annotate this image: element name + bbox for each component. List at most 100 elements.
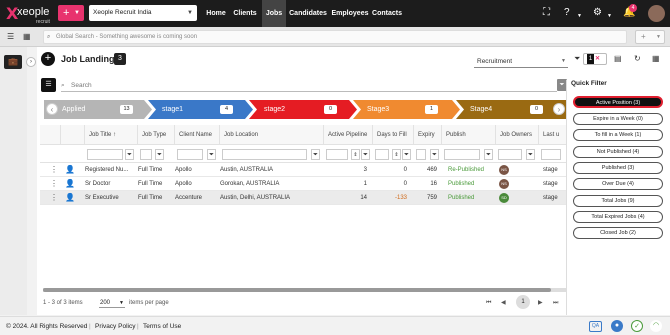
stage-applied[interactable]: Applied 13: [52, 100, 144, 119]
list-view-icon[interactable]: ☰: [7, 32, 14, 41]
cell-client[interactable]: Apollo: [175, 177, 219, 191]
funnel-icon[interactable]: ⏷: [207, 149, 216, 160]
next-page-icon[interactable]: ▶: [538, 297, 543, 309]
apps-grid-icon[interactable]: ▦: [652, 54, 660, 63]
chevron-down-icon[interactable]: ▼: [607, 10, 612, 22]
page-size-select[interactable]: 200 ▼: [99, 297, 125, 308]
stage-stage2[interactable]: stage2 0: [254, 100, 350, 119]
cell-client[interactable]: Apollo: [175, 163, 219, 177]
header-publish[interactable]: Publish: [442, 125, 496, 145]
add-job-button[interactable]: +: [41, 52, 55, 66]
fullscreen-icon[interactable]: ⛶: [543, 7, 550, 19]
horizontal-scrollbar[interactable]: [43, 288, 567, 292]
cell-job-title[interactable]: Sr Doctor: [85, 177, 137, 191]
nav-home[interactable]: Home: [203, 0, 229, 27]
briefcase-icon[interactable]: 💼: [4, 55, 22, 69]
header-days-to-fill[interactable]: Days to Fill: [373, 125, 414, 145]
prev-page-icon[interactable]: ◀: [501, 297, 506, 309]
last-page-icon[interactable]: ⏭: [553, 297, 558, 309]
owner-avatar[interactable]: SD: [499, 193, 509, 203]
current-page-button[interactable]: 1: [516, 295, 530, 309]
header-expiry[interactable]: Expiry: [414, 125, 442, 145]
global-search-input[interactable]: ⌕ Global Search - Something awesome is c…: [43, 30, 627, 44]
last-filter[interactable]: [541, 149, 561, 160]
header-client-name[interactable]: Client Name: [175, 125, 220, 145]
grid-search-input[interactable]: ⌕ Search: [61, 80, 557, 92]
owner-avatar[interactable]: NS: [499, 179, 509, 189]
stage-stage4[interactable]: Stage4 0: [460, 100, 567, 119]
owners-filter[interactable]: [498, 149, 522, 160]
nav-clients[interactable]: Clients: [230, 0, 260, 27]
privacy-policy-link[interactable]: Privacy Policy: [95, 317, 135, 335]
funnel-icon[interactable]: ⏷: [361, 149, 370, 160]
nav-jobs[interactable]: Jobs: [262, 0, 286, 27]
job-type-filter[interactable]: [140, 149, 152, 160]
quick-filter-closed-job[interactable]: Closed Job (2): [573, 227, 663, 239]
expiry-filter[interactable]: [416, 149, 426, 160]
funnel-icon[interactable]: ⏷: [430, 149, 439, 160]
qa-badge[interactable]: QA: [589, 321, 602, 332]
cell-job-title[interactable]: Registered Nu...: [85, 163, 137, 177]
funnel-icon[interactable]: ⏷: [484, 149, 493, 160]
stage-stage3[interactable]: Stage3 1: [357, 100, 453, 119]
days-filter[interactable]: [375, 149, 389, 160]
refresh-icon[interactable]: ↻: [634, 54, 641, 63]
quick-filter-expire-week[interactable]: Expire in a Week (0): [573, 113, 663, 125]
header-job-title[interactable]: Job Title ↑: [85, 125, 138, 145]
quick-add-button[interactable]: + ▼: [58, 5, 84, 21]
nav-candidates[interactable]: Candidates: [288, 0, 328, 27]
help-icon[interactable]: ?: [564, 7, 570, 19]
expand-rail-icon[interactable]: ›: [26, 57, 36, 67]
stage-next-button[interactable]: ›: [553, 103, 565, 115]
location-filter[interactable]: [222, 149, 307, 160]
funnel-icon[interactable]: ⏷: [526, 149, 535, 160]
header-last-updated[interactable]: Last u: [539, 125, 567, 145]
nav-employees[interactable]: Employees: [330, 0, 370, 27]
cell-client[interactable]: Accenture: [175, 191, 219, 205]
job-title-filter[interactable]: [87, 149, 123, 160]
funnel-icon[interactable]: ⏷: [155, 149, 164, 160]
row-menu-icon[interactable]: ⋮: [50, 191, 58, 205]
grid-view-icon[interactable]: ▦: [23, 32, 31, 41]
owner-avatar[interactable]: NS: [499, 165, 509, 175]
quick-filter-not-published[interactable]: Not Published (4): [573, 146, 663, 158]
row-menu-icon[interactable]: ⋮: [50, 177, 58, 191]
funnel-icon[interactable]: ⏷: [402, 149, 411, 160]
gear-icon[interactable]: ⚙: [593, 7, 602, 19]
scrollbar-thumb[interactable]: [43, 288, 551, 292]
quick-filter-over-due[interactable]: Over Due (4): [573, 178, 663, 190]
header-active-pipeline[interactable]: Active Pipeline: [324, 125, 373, 145]
quick-filter-active-position[interactable]: Active Position (3): [573, 96, 663, 108]
funnel-icon[interactable]: ⏷: [125, 149, 134, 160]
user-circle-icon[interactable]: ●: [611, 320, 623, 332]
chevron-down-icon[interactable]: ▼: [577, 10, 582, 22]
header-job-location[interactable]: Job Location: [220, 125, 324, 145]
clear-filter-button[interactable]: 1 ✕: [583, 53, 607, 65]
terms-of-use-link[interactable]: Terms of Use: [143, 317, 181, 335]
global-add-button[interactable]: + ▼: [635, 30, 665, 44]
header-job-type[interactable]: Job Type: [138, 125, 175, 145]
tenant-select[interactable]: Xeople Recruit India ▼: [89, 5, 197, 21]
quick-filter-fill-week[interactable]: To fill in a Week (1): [573, 129, 663, 141]
stage-stage1[interactable]: stage1 4: [152, 100, 246, 119]
stepper-icon[interactable]: ⇕: [392, 149, 401, 160]
funnel-icon[interactable]: ⏷: [311, 149, 320, 160]
header-job-owners[interactable]: Job Owners: [496, 125, 539, 145]
quick-filter-total-expired[interactable]: Total Expired Jobs (4): [573, 211, 663, 223]
table-row[interactable]: ⋮ 👤 Sr Executive Full Time Accenture Aus…: [40, 191, 567, 205]
client-filter[interactable]: [177, 149, 203, 160]
calendar-icon[interactable]: ▤: [614, 54, 622, 63]
first-page-icon[interactable]: ⏮: [486, 297, 491, 309]
quick-filter-published[interactable]: Published (3): [573, 162, 663, 174]
cell-job-title[interactable]: Sr Executive: [85, 191, 137, 205]
pipeline-select[interactable]: Recruitment ▼: [474, 56, 568, 68]
quick-filter-total-jobs[interactable]: Total Jobs (9): [573, 195, 663, 207]
column-filter-button[interactable]: ☰: [41, 78, 56, 92]
row-menu-icon[interactable]: ⋮: [50, 163, 58, 177]
nav-contacts[interactable]: Contacts: [370, 0, 404, 27]
pipeline-filter[interactable]: [326, 149, 348, 160]
user-avatar[interactable]: [648, 5, 665, 22]
publish-filter[interactable]: [444, 149, 480, 160]
stepper-icon[interactable]: ⇕: [351, 149, 360, 160]
table-row[interactable]: ⋮ 👤 Sr Doctor Full Time Apollo Gorokan, …: [40, 177, 567, 191]
